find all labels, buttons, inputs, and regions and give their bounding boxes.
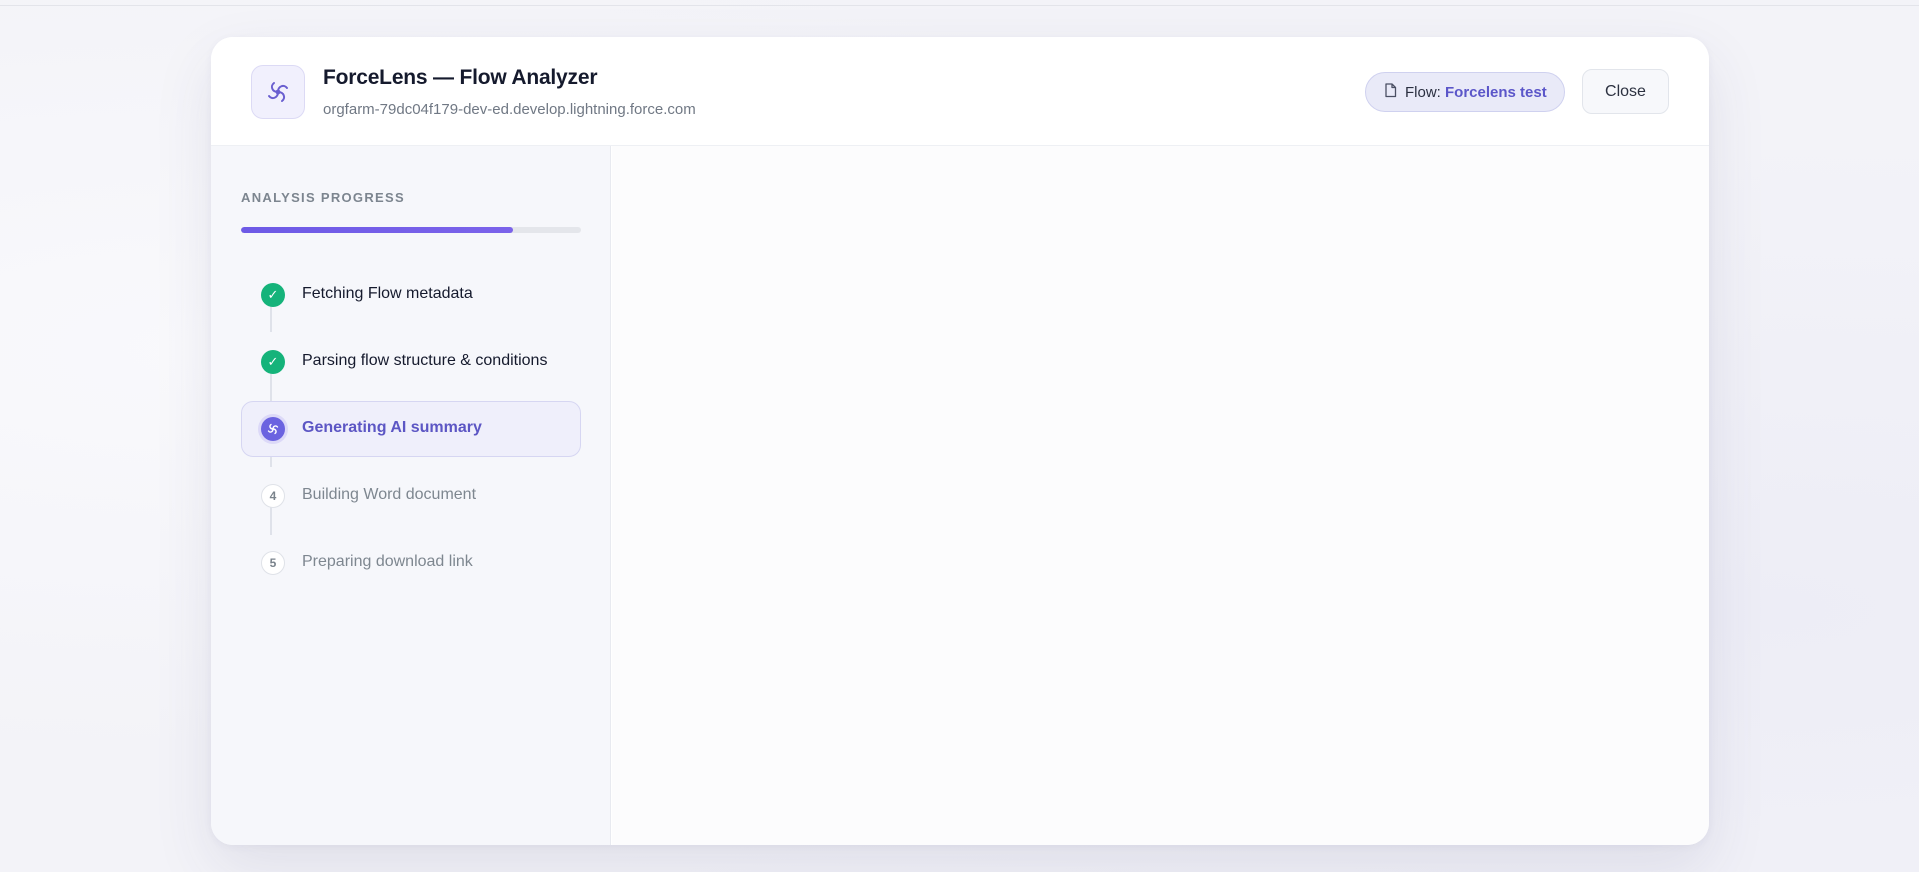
document-icon: [1384, 82, 1397, 102]
flow-analyzer-modal: ForceLens — Flow Analyzer orgfarm-79dc04…: [211, 37, 1709, 845]
spiral-logo-icon: [251, 65, 305, 119]
modal-header: ForceLens — Flow Analyzer orgfarm-79dc04…: [211, 37, 1709, 146]
step-label: Building Word document: [302, 486, 477, 503]
org-domain: orgfarm-79dc04f179-dev-ed.develop.lightn…: [323, 101, 696, 118]
progress-bar: [241, 227, 581, 233]
progress-sidebar: ANALYSIS PROGRESS ✓ Fetching Flow metada…: [211, 146, 611, 845]
top-divider: [0, 5, 1919, 6]
step-label: Preparing download link: [302, 553, 473, 570]
check-icon: ✓: [261, 350, 285, 374]
step-item: ✓ Parsing flow structure & conditions: [241, 334, 581, 390]
check-icon: ✓: [261, 283, 285, 307]
flow-badge: Flow: Forcelens test: [1365, 72, 1565, 112]
spinner-icon: [261, 417, 285, 441]
results-panel: [612, 146, 1709, 845]
step-label: Fetching Flow metadata: [302, 285, 473, 302]
step-item: 5 Preparing download link: [241, 535, 581, 591]
app-title: ForceLens — Flow Analyzer: [323, 66, 598, 89]
step-label: Parsing flow structure & conditions: [302, 352, 548, 369]
close-button[interactable]: Close: [1582, 69, 1669, 114]
step-item: 4 Building Word document: [241, 468, 581, 524]
step-item-active: Generating AI summary: [241, 401, 581, 457]
step-number: 4: [261, 484, 285, 508]
step-label: Generating AI summary: [302, 419, 482, 436]
flow-prefix: Flow:: [1405, 83, 1441, 101]
section-label: ANALYSIS PROGRESS: [241, 190, 405, 205]
step-number: 5: [261, 551, 285, 575]
flow-name: Forcelens test: [1445, 83, 1547, 101]
progress-bar-fill: [241, 227, 513, 233]
step-item: ✓ Fetching Flow metadata: [241, 267, 581, 323]
